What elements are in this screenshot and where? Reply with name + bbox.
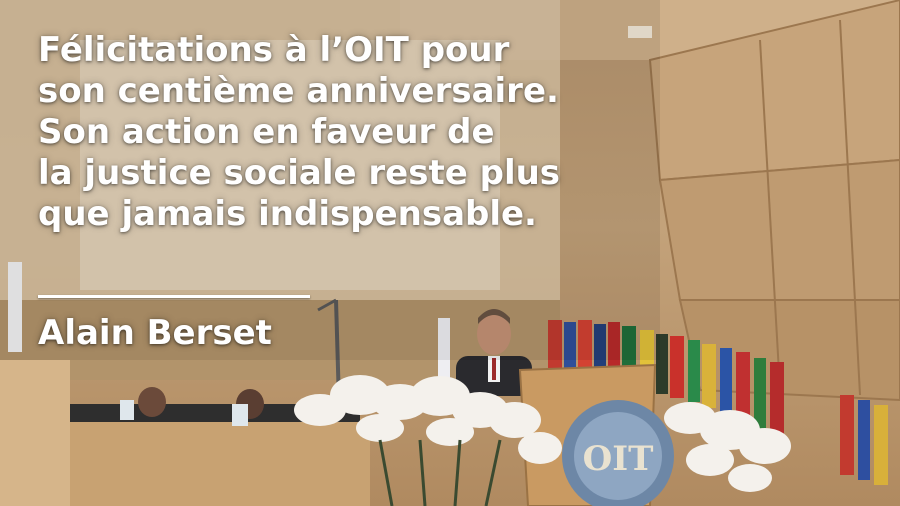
emblem-label: OIT (583, 439, 654, 479)
caption-divider (38, 295, 310, 298)
left-column (0, 360, 70, 506)
quote-text: Félicitations à l’OIT pour son centième … (38, 30, 561, 234)
orchid-stems (378, 439, 502, 506)
author-name: Alain Berset (38, 313, 272, 353)
delegates-desk (70, 418, 370, 506)
wood-wall-panels (648, 0, 900, 402)
photo-scene: OIT Félicitations à l’OIT pour son centi… (0, 0, 900, 506)
